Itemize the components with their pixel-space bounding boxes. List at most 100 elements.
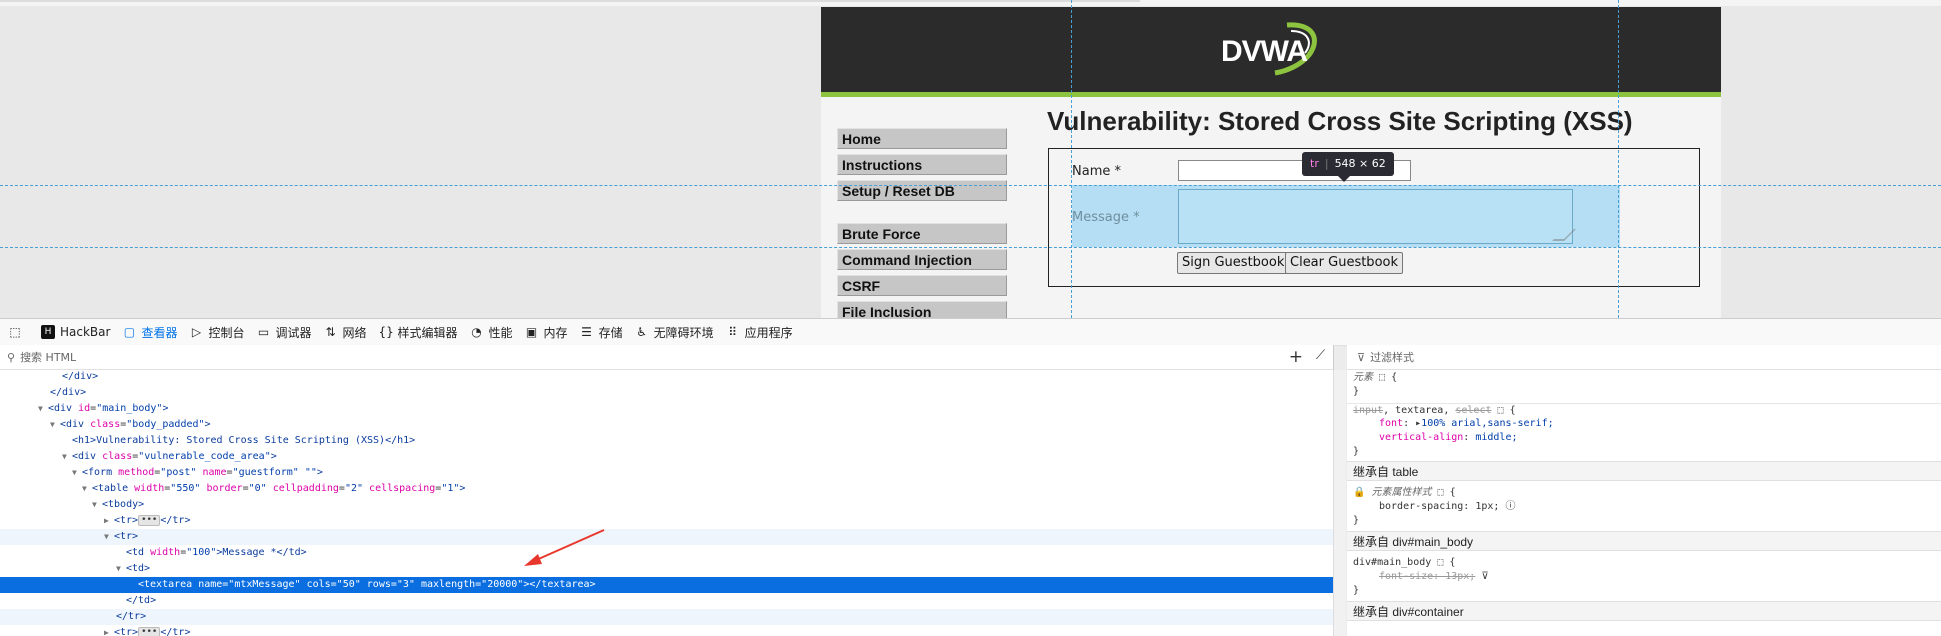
search-icon: ⚲ bbox=[7, 350, 16, 364]
resize-grip-icon[interactable] bbox=[1552, 229, 1576, 241]
html-search-input[interactable]: 搜索 HTML bbox=[20, 349, 76, 365]
menu-item-setup[interactable]: Setup / Reset DB bbox=[837, 180, 1007, 201]
html-search-bar[interactable]: ⚲ 搜索 HTML + ⟋ bbox=[0, 345, 1333, 370]
tree-line-selected[interactable]: <textarea name="mtxMessage" cols="50" ro… bbox=[0, 577, 1333, 593]
tree-line[interactable]: </td> bbox=[0, 593, 1333, 609]
tab-style-editor[interactable]: {} 样式编辑器 bbox=[373, 319, 464, 345]
tab-inspector[interactable]: ▢ 查看器 bbox=[116, 319, 183, 345]
tree-line[interactable]: ▶ <tr> ••• </tr> bbox=[0, 625, 1333, 636]
tree-attr-name: method bbox=[118, 467, 155, 478]
guide-line-top bbox=[0, 185, 1941, 186]
tree-line[interactable]: ▼ <table width="550" border="0" cellpaddi… bbox=[0, 481, 1333, 497]
expand-toggle-icon[interactable]: ▼ bbox=[82, 481, 92, 497]
styles-filter-bar[interactable]: ⊽ 过滤样式 bbox=[1347, 345, 1941, 370]
tree-line[interactable]: <h1>Vulnerability: Stored Cross Site Scr… bbox=[0, 433, 1333, 449]
element-attr-label: 元素属性样式 bbox=[1371, 487, 1432, 498]
tree-line[interactable]: <td width="100">Message *</td> bbox=[0, 545, 1333, 561]
rule-declaration[interactable]: vertical-align: middle; bbox=[1347, 431, 1941, 445]
tab-storage[interactable]: ☰ 存储 bbox=[574, 319, 629, 345]
tooltip-size: 548 × 62 bbox=[1334, 157, 1386, 170]
menu-item-brute-force[interactable]: Brute Force bbox=[837, 223, 1007, 244]
tab-application[interactable]: ⠿ 应用程序 bbox=[720, 319, 799, 345]
rule-selector[interactable]: input, textarea, select ⬚ { bbox=[1347, 403, 1941, 418]
element-size-tooltip: tr | 548 × 62 bbox=[1302, 152, 1394, 182]
rule-grid-icon: ⬚ bbox=[1437, 487, 1444, 498]
rule-declaration[interactable]: font: ▸100% arial,sans-serif; bbox=[1347, 417, 1941, 431]
tab-label: 调试器 bbox=[275, 325, 312, 340]
tree-line[interactable]: ▼ <form method="post" name="guestform" ""… bbox=[0, 465, 1333, 481]
message-textarea[interactable] bbox=[1178, 189, 1576, 244]
tree-line[interactable]: ▼ <div class="body_padded"> bbox=[0, 417, 1333, 433]
html-pane-scrollbar[interactable] bbox=[1333, 370, 1346, 636]
style-editor-icon: {} bbox=[378, 325, 394, 339]
tree-attr-name: id bbox=[78, 403, 91, 414]
tree-line[interactable]: ▶ <tr> ••• </tr> bbox=[0, 513, 1333, 529]
property-value: 100% arial,sans-serif; bbox=[1421, 418, 1554, 429]
tab-hackbar[interactable]: H HackBar bbox=[35, 319, 116, 345]
tree-attr-value: "550" bbox=[170, 483, 201, 494]
property-name: border-spacing bbox=[1379, 501, 1464, 512]
tree-line[interactable]: </div> bbox=[0, 369, 1333, 385]
rule-declaration[interactable]: border-spacing: 1px; ⓘ bbox=[1347, 500, 1941, 514]
rule-close: } bbox=[1353, 446, 1360, 457]
tree-tag: <div bbox=[48, 403, 73, 414]
tab-network[interactable]: ⇅ 网络 bbox=[318, 319, 373, 345]
property-value: middle; bbox=[1475, 432, 1518, 443]
tree-tag: <div bbox=[72, 451, 97, 462]
tree-text: <textarea name="mtxMessage" cols="50" ro… bbox=[138, 579, 596, 590]
element-picker-button[interactable]: ⬚ bbox=[0, 319, 35, 345]
tree-text: </tr> bbox=[160, 627, 191, 636]
rule-selector[interactable]: div#main_body ⬚ { bbox=[1347, 556, 1941, 570]
tree-line[interactable]: ▼ <tr> bbox=[0, 529, 1333, 545]
element-rule-label: 元素 bbox=[1353, 372, 1373, 383]
tree-line[interactable]: </tr> bbox=[0, 609, 1333, 625]
tab-performance[interactable]: ◔ 性能 bbox=[464, 319, 519, 345]
sign-guestbook-button[interactable]: Sign Guestbook bbox=[1177, 252, 1290, 274]
menu-item-csrf[interactable]: CSRF bbox=[837, 275, 1007, 296]
rule-close: } bbox=[1353, 585, 1360, 596]
tree-line[interactable]: </div> bbox=[0, 385, 1333, 401]
tab-label: 查看器 bbox=[141, 325, 178, 340]
tree-attr-value: "1" bbox=[441, 483, 460, 494]
tree-attr-name: border bbox=[206, 483, 243, 494]
tree-line[interactable]: ▼ <tbody> bbox=[0, 497, 1333, 513]
tree-line[interactable]: ▼ <div class="vulnerable_code_area"> bbox=[0, 449, 1333, 465]
rule-grid-icon: ⬚ bbox=[1497, 405, 1504, 416]
tab-console[interactable]: ▷ 控制台 bbox=[183, 319, 250, 345]
tab-accessibility[interactable]: ♿ 无障碍环境 bbox=[629, 319, 720, 345]
clear-guestbook-button[interactable]: Clear Guestbook bbox=[1285, 252, 1403, 274]
filter-funnel-icon[interactable]: ⊽ bbox=[1481, 571, 1488, 582]
property-value: 1px; bbox=[1475, 501, 1500, 512]
menu-item-file-inclusion[interactable]: File Inclusion bbox=[837, 301, 1007, 318]
menu-item-command-injection[interactable]: Command Injection bbox=[837, 249, 1007, 270]
tree-attr-value: "vulnerable_code_area" bbox=[138, 451, 271, 462]
expand-toggle-icon[interactable]: ▼ bbox=[72, 465, 82, 481]
collapsed-children-icon[interactable]: ••• bbox=[138, 514, 161, 526]
tab-debugger[interactable]: ▭ 调试器 bbox=[250, 319, 317, 345]
expand-toggle-icon[interactable]: ▶ bbox=[104, 625, 114, 636]
expand-toggle-icon[interactable]: ▼ bbox=[116, 561, 126, 577]
expand-toggle-icon[interactable]: ▼ bbox=[62, 449, 72, 465]
rule-selector[interactable]: 🔒 元素属性样式 ⬚ { bbox=[1347, 486, 1941, 500]
rule-close: } bbox=[1353, 386, 1360, 397]
expand-toggle-icon[interactable]: ▼ bbox=[92, 497, 102, 513]
collapsed-children-icon[interactable]: ••• bbox=[138, 626, 161, 636]
eyedropper-icon[interactable]: ⟋ bbox=[1316, 348, 1325, 363]
expand-toggle-icon[interactable]: ▶ bbox=[104, 513, 114, 529]
debugger-icon: ▭ bbox=[257, 325, 270, 339]
menu-item-home[interactable]: Home bbox=[837, 128, 1007, 149]
expand-toggle-icon[interactable]: ▼ bbox=[104, 529, 114, 545]
rule-declaration[interactable]: font-size: 13px; ⊽ bbox=[1347, 570, 1941, 584]
info-icon[interactable]: ⓘ bbox=[1505, 501, 1515, 512]
element-rule-selector[interactable]: 元素 ⬚ { bbox=[1347, 371, 1941, 385]
tree-line[interactable]: ▼ <td> bbox=[0, 561, 1333, 577]
expand-toggle-icon[interactable]: ▼ bbox=[38, 401, 48, 417]
page-title: Vulnerability: Stored Cross Site Scripti… bbox=[1047, 106, 1633, 136]
inherited-section-header: 继承自 div#main_body bbox=[1347, 531, 1941, 551]
add-node-icon[interactable]: + bbox=[1289, 347, 1303, 367]
tab-memory[interactable]: ▣ 内存 bbox=[519, 319, 574, 345]
tree-line[interactable]: ▼ <div id="main_body"> bbox=[0, 401, 1333, 417]
menu-item-instructions[interactable]: Instructions bbox=[837, 154, 1007, 175]
expand-toggle-icon[interactable]: ▼ bbox=[50, 417, 60, 433]
styles-filter-input[interactable]: 过滤样式 bbox=[1370, 349, 1414, 365]
